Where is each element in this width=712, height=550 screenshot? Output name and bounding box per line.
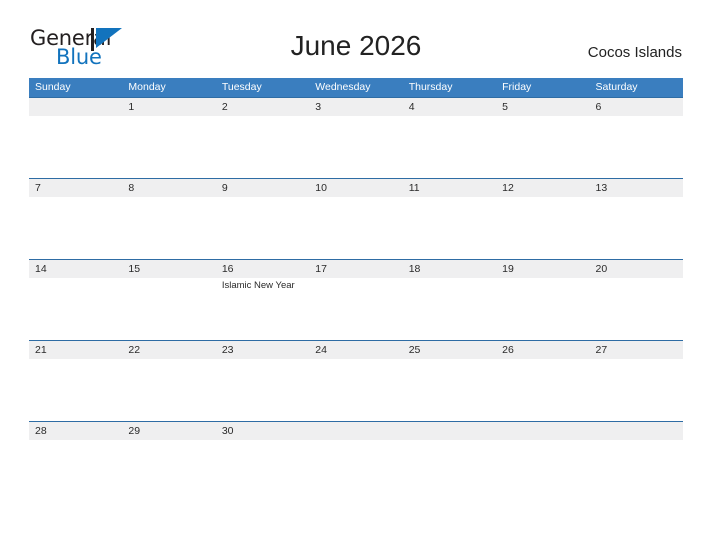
day-event-cell[interactable] xyxy=(29,359,122,421)
weekday-sunday: Sunday xyxy=(35,81,71,93)
day-event-cell[interactable] xyxy=(29,278,122,340)
day-number[interactable]: 15 xyxy=(122,260,215,278)
day-event-cell[interactable] xyxy=(29,116,122,178)
day-number[interactable]: 18 xyxy=(403,260,496,278)
day-number[interactable] xyxy=(29,98,122,116)
weekday-wednesday: Wednesday xyxy=(315,81,371,93)
day-event-cell[interactable] xyxy=(122,278,215,340)
day-number[interactable]: 19 xyxy=(496,260,589,278)
day-number[interactable]: 26 xyxy=(496,341,589,359)
calendar-week-row: 28 29 30 xyxy=(29,421,683,451)
weekday-thursday: Thursday xyxy=(408,81,453,93)
calendar-week-row: 1 2 3 4 5 6 xyxy=(29,97,683,178)
day-number[interactable]: 29 xyxy=(122,422,215,440)
day-number[interactable]: 17 xyxy=(309,260,402,278)
day-event-cell[interactable] xyxy=(403,278,496,340)
weekday-header-row: Sunday Monday Tuesday Wednesday Thursday… xyxy=(29,78,683,97)
calendar-week-row: 21 22 23 24 25 26 27 xyxy=(29,340,683,421)
location-label: Cocos Islands xyxy=(587,44,682,61)
calendar-week-row: 7 8 9 10 11 12 13 xyxy=(29,178,683,259)
day-event-cell[interactable]: Islamic New Year xyxy=(216,278,309,340)
day-number[interactable]: 10 xyxy=(309,179,402,197)
event-label: Islamic New Year xyxy=(221,280,295,291)
day-event-cell[interactable] xyxy=(403,197,496,259)
day-event-cell[interactable] xyxy=(590,197,683,259)
day-event-cell[interactable] xyxy=(309,278,402,340)
calendar-grid: Sunday Monday Tuesday Wednesday Thursday… xyxy=(29,78,683,451)
day-number[interactable]: 12 xyxy=(496,179,589,197)
day-number[interactable]: 30 xyxy=(216,422,309,440)
day-number[interactable] xyxy=(309,422,402,440)
day-number[interactable]: 28 xyxy=(29,422,122,440)
day-number[interactable]: 8 xyxy=(122,179,215,197)
day-event-cell[interactable] xyxy=(496,116,589,178)
day-number[interactable]: 24 xyxy=(309,341,402,359)
day-event-cell[interactable] xyxy=(496,197,589,259)
day-number[interactable]: 20 xyxy=(590,260,683,278)
day-event-cell[interactable] xyxy=(216,359,309,421)
day-event-cell[interactable] xyxy=(309,116,402,178)
day-event-cell[interactable] xyxy=(403,116,496,178)
week-event-band xyxy=(29,116,683,178)
day-event-cell[interactable] xyxy=(216,197,309,259)
day-number[interactable]: 2 xyxy=(216,98,309,116)
day-event-cell[interactable] xyxy=(309,359,402,421)
day-event-cell[interactable] xyxy=(496,359,589,421)
week-date-band: 7 8 9 10 11 12 13 xyxy=(29,178,683,197)
day-number[interactable]: 5 xyxy=(496,98,589,116)
day-event-cell[interactable] xyxy=(122,197,215,259)
day-event-cell[interactable] xyxy=(590,116,683,178)
week-date-band: 14 15 16 17 18 19 20 xyxy=(29,259,683,278)
day-number[interactable] xyxy=(590,422,683,440)
day-number[interactable]: 3 xyxy=(309,98,402,116)
day-event-cell[interactable] xyxy=(122,359,215,421)
day-event-cell[interactable] xyxy=(216,116,309,178)
day-event-cell[interactable] xyxy=(590,278,683,340)
week-date-band: 21 22 23 24 25 26 27 xyxy=(29,340,683,359)
day-number[interactable]: 9 xyxy=(216,179,309,197)
day-number[interactable]: 23 xyxy=(216,341,309,359)
week-date-band: 1 2 3 4 5 6 xyxy=(29,97,683,116)
week-event-band xyxy=(29,197,683,259)
week-date-band: 28 29 30 xyxy=(29,421,683,440)
day-event-cell[interactable] xyxy=(590,359,683,421)
day-number[interactable]: 27 xyxy=(590,341,683,359)
day-number[interactable]: 21 xyxy=(29,341,122,359)
day-number[interactable]: 25 xyxy=(403,341,496,359)
weekday-tuesday: Tuesday xyxy=(221,81,262,93)
day-number[interactable] xyxy=(496,422,589,440)
day-number[interactable]: 6 xyxy=(590,98,683,116)
weekday-saturday: Saturday xyxy=(595,81,638,93)
week-event-band xyxy=(29,359,683,421)
calendar-week-row: 14 15 16 17 18 19 20 Islamic New Year xyxy=(29,259,683,340)
day-number[interactable]: 16 xyxy=(216,260,309,278)
day-event-cell[interactable] xyxy=(403,359,496,421)
weekday-monday: Monday xyxy=(128,81,166,93)
day-event-cell[interactable] xyxy=(29,197,122,259)
day-number[interactable]: 14 xyxy=(29,260,122,278)
day-number[interactable]: 13 xyxy=(590,179,683,197)
day-number[interactable]: 1 xyxy=(122,98,215,116)
day-number[interactable]: 11 xyxy=(403,179,496,197)
day-event-cell[interactable] xyxy=(122,116,215,178)
day-number[interactable]: 7 xyxy=(29,179,122,197)
page-header: General Blue June 2026 Cocos Islands xyxy=(0,0,712,68)
day-number[interactable]: 22 xyxy=(122,341,215,359)
day-number[interactable]: 4 xyxy=(403,98,496,116)
day-event-cell[interactable] xyxy=(309,197,402,259)
week-event-band: Islamic New Year xyxy=(29,278,683,340)
day-event-cell[interactable] xyxy=(496,278,589,340)
day-number[interactable] xyxy=(403,422,496,440)
weekday-friday: Friday xyxy=(502,81,532,93)
